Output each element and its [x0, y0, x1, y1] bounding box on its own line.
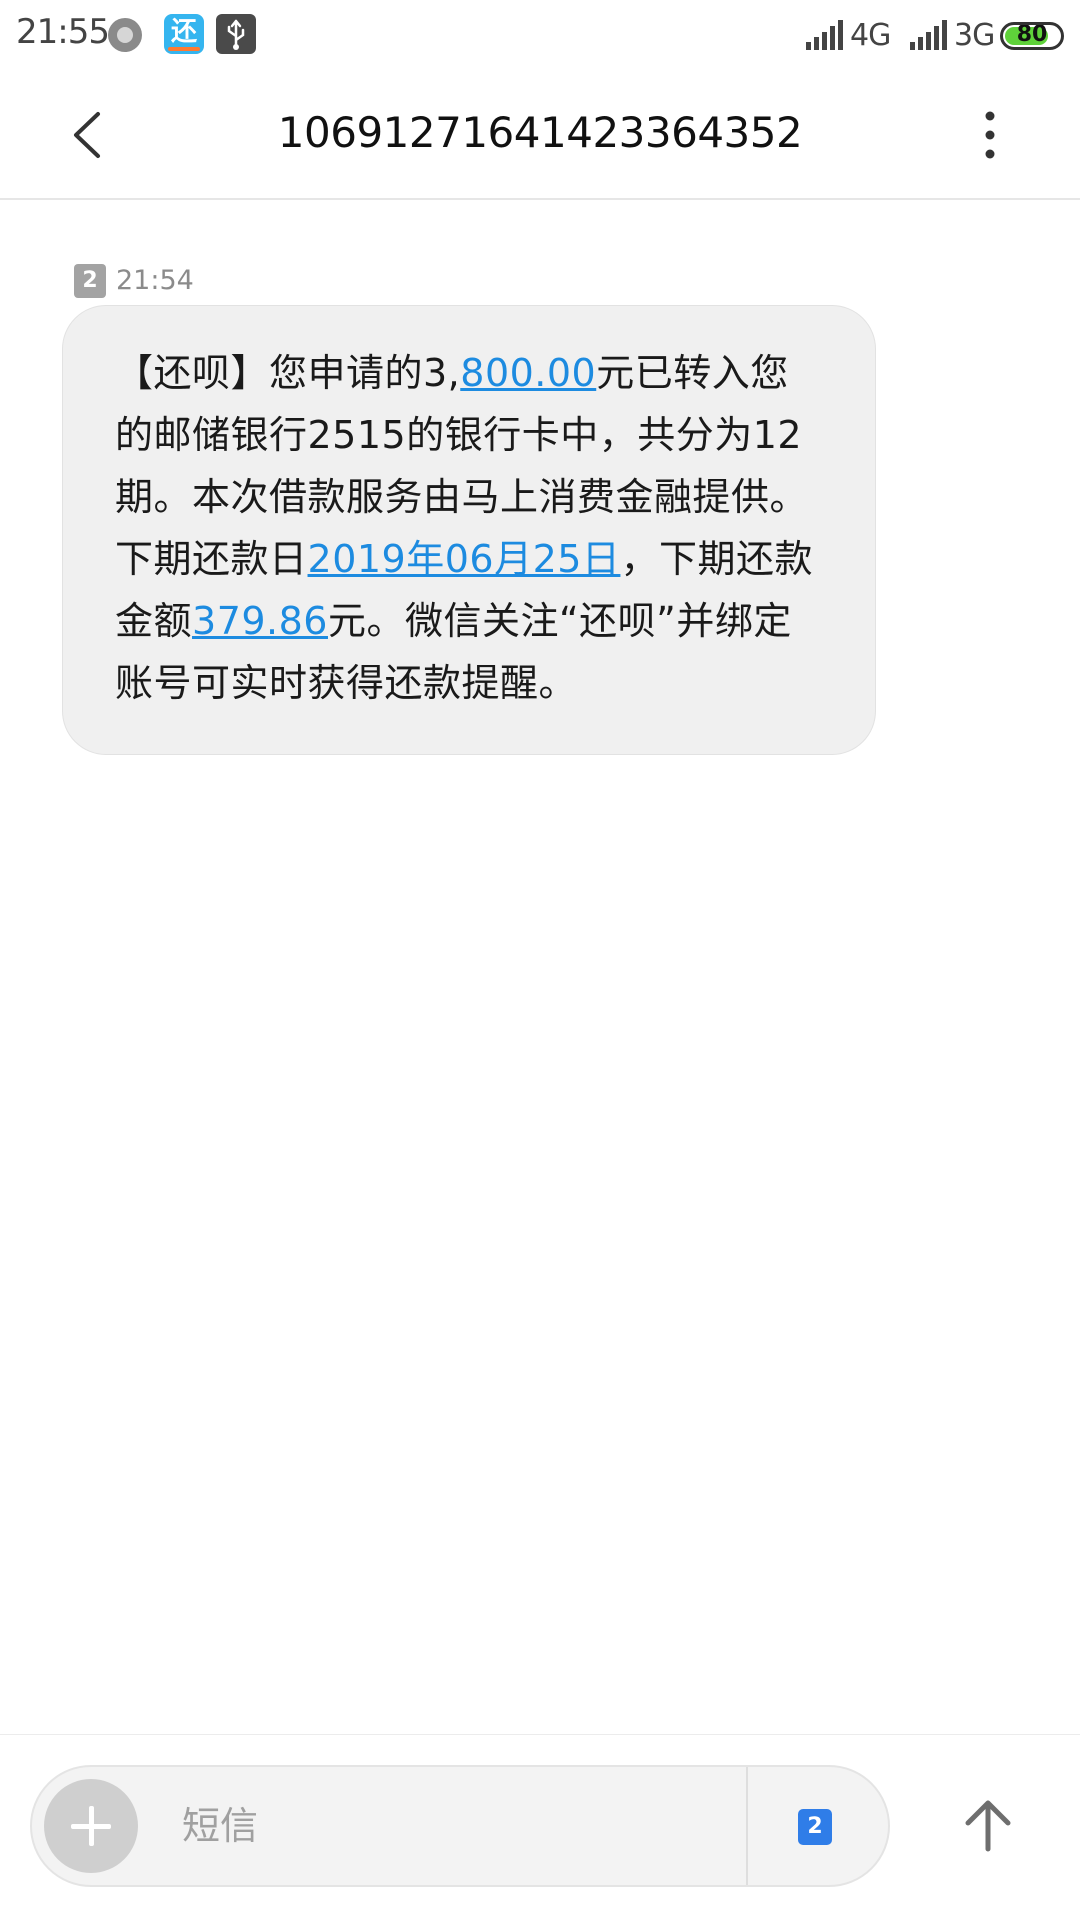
sim-badge: 2: [74, 264, 106, 298]
sim-select-button[interactable]: 2: [798, 1809, 832, 1845]
message-text: 【还呗】您申请的3,: [115, 351, 461, 395]
message-bubble[interactable]: 【还呗】您申请的3,800.00元已转入您的邮储银行2515的银行卡中，共分为1…: [62, 305, 876, 755]
send-arrow-up-icon[interactable]: [960, 1795, 1016, 1855]
conversation-header: 10691271641423364352: [0, 72, 1080, 200]
signal-icon: [910, 20, 947, 50]
message-time: 21:54: [116, 265, 194, 296]
amount-link[interactable]: 800.00: [460, 351, 596, 395]
compose-separator: [746, 1767, 748, 1885]
plus-icon[interactable]: [44, 1779, 138, 1873]
repayment-amount-link[interactable]: 379.86: [192, 599, 328, 643]
back-arrow-icon[interactable]: [62, 108, 116, 162]
usb-icon: [216, 14, 256, 54]
compose-bar: 短信 2: [30, 1765, 890, 1887]
date-link[interactable]: 2019年06月25日: [308, 537, 621, 581]
more-vert-icon[interactable]: [970, 108, 1010, 162]
conversation-title: 10691271641423364352: [277, 108, 803, 157]
app-notification-icon: 还: [164, 14, 204, 54]
battery-level: 80: [1016, 22, 1048, 47]
status-bar: 21:55 还 4G 3G 80: [0, 0, 1080, 72]
record-icon: [108, 18, 142, 52]
status-time: 21:55: [16, 12, 110, 52]
message-input[interactable]: 短信: [182, 1767, 258, 1885]
battery-icon: 80: [1000, 22, 1064, 50]
compose-divider: [0, 1734, 1080, 1735]
network-type-2: 3G: [954, 18, 995, 53]
signal-icon: [806, 20, 843, 50]
network-type-1: 4G: [850, 18, 891, 53]
